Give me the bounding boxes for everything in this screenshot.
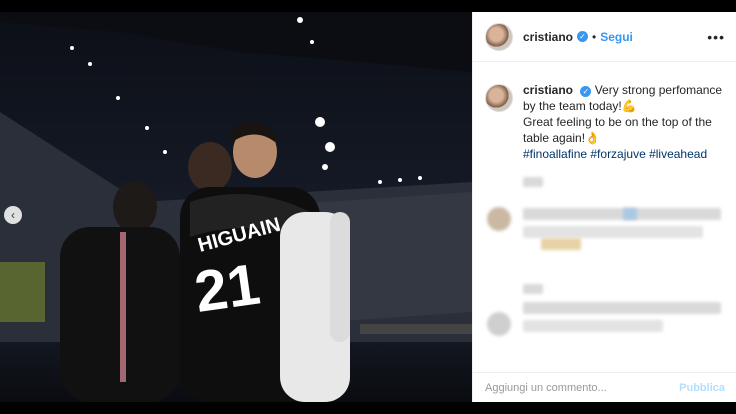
chevron-left-icon: ‹ — [11, 208, 15, 222]
blurred-comment-emoji — [623, 208, 637, 220]
caption-verified-badge-icon: ✓ — [580, 86, 592, 97]
blurred-comment-line — [523, 226, 703, 238]
blurred-comment-line — [523, 177, 543, 187]
caption-line-1: Very strong perfomance — [594, 83, 723, 97]
caption-line-4: table again!👌 — [523, 131, 600, 145]
caption-line-2: by the team today!💪 — [523, 99, 637, 113]
post-side-panel: cristiano ✓ • Segui ••• cristiano ✓ Very… — [472, 12, 736, 402]
blurred-comment-avatar — [487, 312, 511, 336]
post-caption: cristiano ✓ Very strong perfomance by th… — [485, 82, 725, 162]
blurred-comment-avatar — [487, 207, 511, 231]
follow-button[interactable]: Segui — [600, 30, 633, 44]
blurred-comment-line — [523, 208, 721, 220]
jersey-number-text: 21 — [191, 252, 264, 325]
stadium-scene-illustration: HIGUAIN 21 — [0, 12, 472, 402]
more-options-icon[interactable]: ••• — [707, 29, 725, 45]
author-username[interactable]: cristiano — [523, 30, 573, 44]
author-avatar[interactable] — [485, 22, 513, 51]
blurred-comment-line — [523, 284, 543, 294]
blurred-comment-line — [523, 302, 721, 314]
blurred-comment-line — [523, 320, 663, 332]
post-header: cristiano ✓ • Segui ••• — [473, 12, 736, 62]
caption-hashtags[interactable]: #finoallafine #forzajuve #liveahead — [523, 146, 723, 162]
comment-input[interactable]: Aggiungi un commento... — [485, 382, 679, 394]
caption-author-avatar[interactable] — [485, 84, 513, 112]
header-separator: • — [592, 29, 597, 44]
verified-badge-icon: ✓ — [577, 31, 589, 42]
post-photo[interactable]: HIGUAIN 21 ‹ — [0, 12, 472, 402]
top-letterbox — [0, 0, 736, 12]
publish-button[interactable]: Pubblica — [679, 382, 725, 394]
caption-text: cristiano ✓ Very strong perfomance by th… — [523, 82, 723, 162]
blurred-comment-emoji — [541, 238, 581, 250]
comment-bar: Aggiungi un commento... Pubblica — [473, 372, 736, 402]
carousel-prev-button[interactable]: ‹ — [4, 206, 22, 224]
caption-line-3: Great feeling to be on the top of the — [523, 115, 712, 129]
bottom-letterbox — [0, 402, 736, 414]
caption-username[interactable]: cristiano — [523, 83, 573, 97]
